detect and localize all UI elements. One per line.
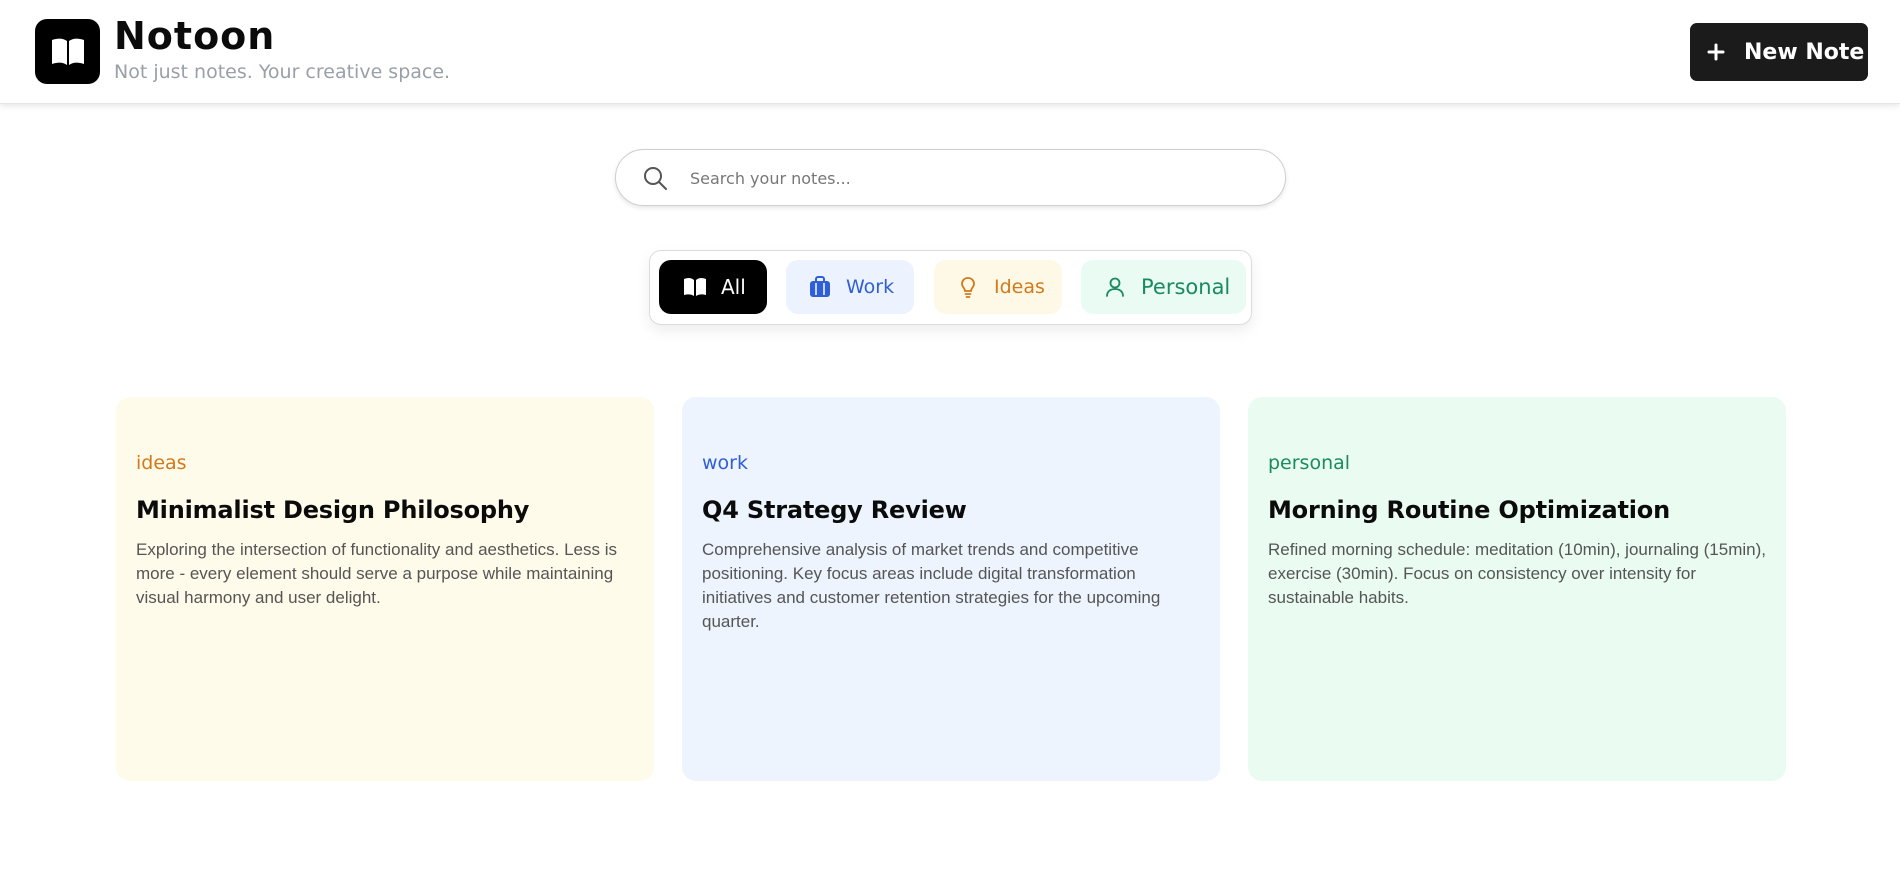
user-icon [1103, 275, 1127, 299]
app-header: Notoon Not just notes. Your creative spa… [0, 0, 1900, 104]
note-card-work[interactable]: work Q4 Strategy Review Comprehensive an… [682, 397, 1220, 781]
search-icon [644, 167, 667, 190]
lightbulb-icon [956, 275, 980, 299]
tab-label-all: All [721, 275, 746, 299]
note-body: Refined morning schedule: meditation (10… [1268, 540, 1766, 607]
tab-label-personal: Personal [1141, 275, 1231, 299]
search-bar[interactable] [615, 149, 1286, 206]
category-filter-bar: All Work Ideas Personal [649, 250, 1252, 325]
new-note-label: New Note [1744, 39, 1865, 65]
note-category: ideas [136, 452, 187, 474]
search-input[interactable] [690, 160, 1260, 196]
app-tagline: Not just notes. Your creative space. [114, 61, 451, 83]
tab-label-ideas: Ideas [994, 276, 1045, 298]
app-title: Notoon [114, 14, 276, 58]
note-card-personal[interactable]: personal Morning Routine Optimization Re… [1248, 397, 1786, 781]
tab-work[interactable]: Work [786, 260, 914, 314]
tab-label-work: Work [846, 276, 895, 298]
note-card-ideas[interactable]: ideas Minimalist Design Philosophy Explo… [116, 397, 654, 781]
note-body: Exploring the intersection of functional… [136, 540, 617, 607]
tab-personal[interactable]: Personal [1081, 260, 1246, 314]
open-book-icon [51, 38, 84, 65]
note-category: work [702, 452, 748, 474]
briefcase-icon [808, 275, 832, 299]
note-category: personal [1268, 452, 1351, 474]
new-note-button[interactable]: New Note [1690, 23, 1868, 81]
note-body: Comprehensive analysis of market trends … [702, 540, 1161, 631]
tab-all[interactable]: All [659, 260, 767, 314]
note-title: Q4 Strategy Review [702, 496, 967, 524]
note-title: Minimalist Design Philosophy [136, 496, 530, 524]
app-logo[interactable] [35, 19, 100, 84]
note-title: Morning Routine Optimization [1268, 496, 1670, 524]
open-book-icon [683, 275, 707, 299]
plus-icon [1706, 42, 1726, 62]
tab-ideas[interactable]: Ideas [934, 260, 1062, 314]
